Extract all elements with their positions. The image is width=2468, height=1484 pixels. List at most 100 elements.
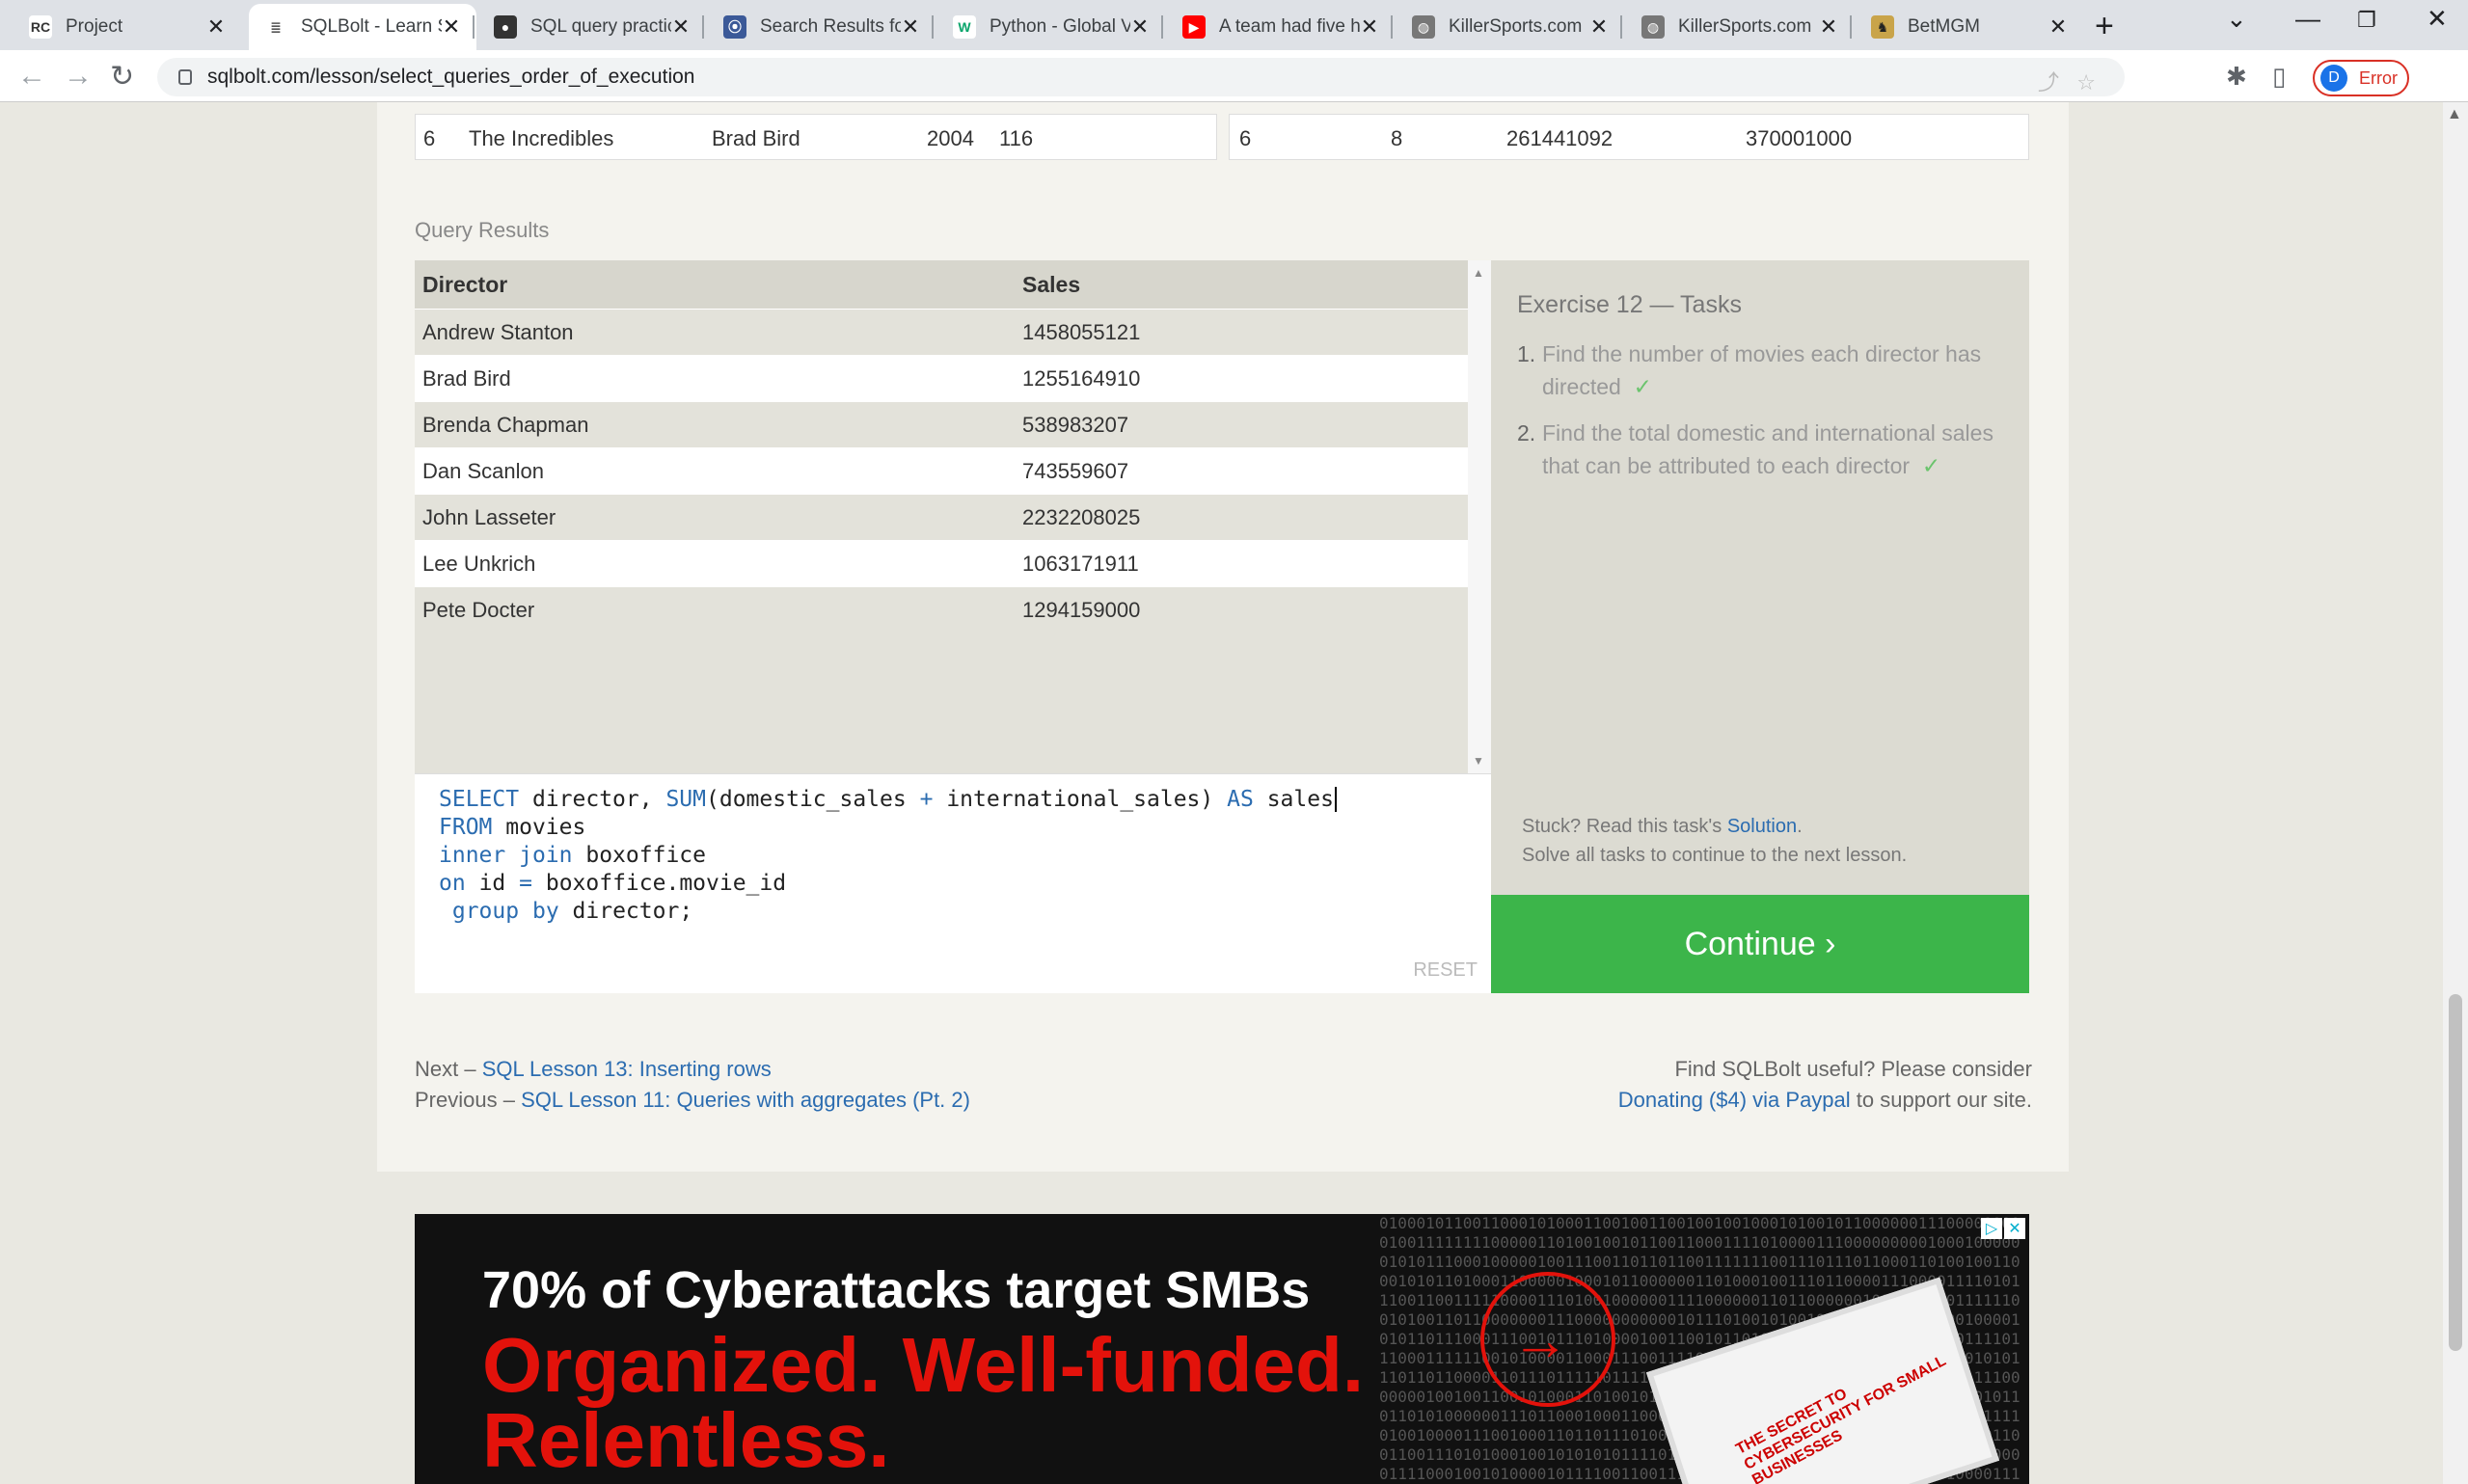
ad-choices[interactable]: ▷ ✕ [1981,1218,2025,1239]
browser-tab[interactable]: ⦿ Search Results for ✕ [708,4,936,50]
new-tab-button[interactable]: + [2095,8,2114,45]
cell-director: Brenda Chapman [422,412,589,437]
scrollbar-thumb[interactable] [2449,994,2462,1351]
avatar: D [2320,65,2347,92]
cell-movie-id: 6 [1239,126,1252,150]
tab-favicon-icon: ◍ [1412,15,1435,39]
tab-title: A team had five h [1219,16,1360,37]
ad-headline: 70% of Cyberattacks target SMBs [482,1261,1311,1319]
cell-director: Andrew Stanton [422,319,574,344]
next-lesson-link[interactable]: SQL Lesson 13: Inserting rows [482,1057,772,1081]
table-row: Lee Unkrich 1063171911 [415,540,1468,586]
donate-line: Donating ($4) via Paypal to support our … [1618,1088,2032,1113]
close-window-button[interactable]: ✕ [2427,4,2448,34]
restore-button[interactable]: ❐ [2357,8,2376,33]
tab-title: SQL query practic [530,16,671,37]
results-header: Director Sales [415,260,1468,309]
cell-sales: 1294159000 [1022,597,1141,622]
tab-close-icon[interactable]: ✕ [2048,14,2068,40]
ad-tagline-line-1: Organized. Well-funded. [482,1322,1365,1408]
cell-director: John Lasseter [422,504,556,529]
reload-icon[interactable]: ↻ [110,60,134,94]
extensions-icon[interactable]: ✱ [2226,62,2247,92]
cell-sales: 1063171911 [1022,551,1139,576]
cell-id: 6 [423,126,436,150]
boxoffice-table-row: 6 8 261441092 370001000 [1229,114,2029,160]
tab-close-icon[interactable]: ✕ [1589,14,1609,40]
query-results-table: Director Sales Andrew Stanton 1458055121 B… [415,260,1468,773]
browser-tab[interactable]: ● SQL query practic ✕ [478,4,706,50]
table-row: Brenda Chapman 538983207 [415,401,1468,447]
table-row: Brad Bird 1255164910 [415,355,1468,401]
tab-title: Search Results for [760,16,901,37]
sql-code[interactable]: SELECT director, SUM(domestic_sales + in… [439,786,1337,926]
tab-close-icon[interactable]: ✕ [442,14,461,40]
bookmark-star-icon[interactable]: ⤴ ☆ [2038,66,2096,96]
browser-tab[interactable]: ≣ SQLBolt - Learn SQ✕ [249,4,476,50]
continue-button[interactable]: Continue › [1491,895,2029,993]
code-line: group by director; [451,899,693,924]
minimize-button[interactable]: — [2295,4,2320,34]
scroll-up-icon[interactable]: ▲ [2447,106,2462,123]
browser-tab[interactable]: ♞ BetMGM ✕ [1856,4,2083,50]
scroll-up-icon[interactable]: ▲ [1473,266,1484,280]
advertisement-banner[interactable]: 0100010110011000101000110010011001001001… [415,1214,2029,1484]
code-line: inner join boxoffice [439,843,706,868]
solve-all-hint: Solve all tasks to continue to the next … [1522,845,1908,866]
url-field[interactable]: sqlbolt.com/lesson/select_queries_order_… [157,58,2125,96]
tab-title: SQLBolt - Learn SQ [301,16,442,37]
cell-sales: 1255164910 [1022,365,1141,391]
tab-favicon-icon: ▶ [1182,15,1206,39]
cell-rating: 8 [1391,126,1403,150]
cell-sales: 1458055121 [1022,319,1141,344]
browser-tab[interactable]: ▶ A team had five h ✕ [1167,4,1395,50]
previous-lesson-link[interactable]: SQL Lesson 11: Queries with aggregates (… [521,1088,970,1112]
tab-favicon-icon: W [953,15,976,39]
tab-close-icon[interactable]: ✕ [1360,14,1379,40]
tab-separator [1391,15,1393,39]
stuck-prefix: Stuck? Read this task's [1522,816,1727,837]
tab-close-icon[interactable]: ✕ [671,14,691,40]
close-icon[interactable]: ✕ [2004,1218,2025,1239]
browser-tab[interactable]: RC Project ✕ [14,4,241,50]
browser-tab[interactable]: W Python - Global V ✕ [937,4,1165,50]
cell-international-sales: 370001000 [1746,126,1853,150]
table-row: Andrew Stanton 1458055121 [415,309,1468,355]
reset-button[interactable]: RESET [1413,959,1478,982]
cell-sales: 2232208025 [1022,504,1141,529]
solution-link[interactable]: Solution [1727,816,1797,837]
page-scrollbar[interactable]: ▲ [2443,102,2468,1484]
back-icon[interactable]: ← [17,60,46,93]
scroll-down-icon[interactable]: ▼ [1473,754,1484,768]
donate-link[interactable]: Donating ($4) via Paypal [1618,1088,1851,1112]
tab-close-icon[interactable]: ✕ [901,14,920,40]
sql-editor[interactable]: SELECT director, SUM(domestic_sales + in… [415,773,1491,993]
cell-year: 2004 [927,126,974,150]
tab-separator [1161,15,1163,39]
tab-close-icon[interactable]: ✕ [1130,14,1150,40]
forward-icon[interactable]: → [64,60,93,93]
tab-close-icon[interactable]: ✕ [1819,14,1838,40]
stuck-hint: Stuck? Read this task's Solution. [1522,816,1803,838]
adchoices-icon[interactable]: ▷ [1981,1218,2002,1239]
tasks-title: Exercise 12 — Tasks [1517,291,1742,318]
cell-length: 116 [999,126,1034,150]
tab-favicon-icon: ● [494,15,517,39]
browser-tab[interactable]: ◍ KillerSports.com ✕ [1397,4,1624,50]
results-scrollbar[interactable]: ▲ ▼ [1468,260,1491,773]
tab-favicon-icon: ⦿ [723,15,746,39]
code-line: on id = boxoffice.movie_id [439,871,787,896]
task-number: 2. [1517,420,1536,445]
profile-button[interactable]: D Error [2313,60,2409,96]
cell-director: Pete Docter [422,597,535,622]
cell-sales: 743559607 [1022,458,1129,483]
code-line: FROM movies [439,815,586,840]
next-lesson: Next – SQL Lesson 13: Inserting rows [415,1057,772,1082]
previous-prefix: Previous – [415,1088,522,1112]
tab-close-icon[interactable]: ✕ [206,14,226,40]
tab-title: KillerSports.com [1449,16,1583,37]
tab-search-icon[interactable]: ⌄ [2226,4,2247,34]
browser-tab[interactable]: ◍ KillerSports.com ✕ [1626,4,1854,50]
tab-separator [473,15,475,39]
side-panel-icon[interactable]: ▯ [2272,62,2286,92]
